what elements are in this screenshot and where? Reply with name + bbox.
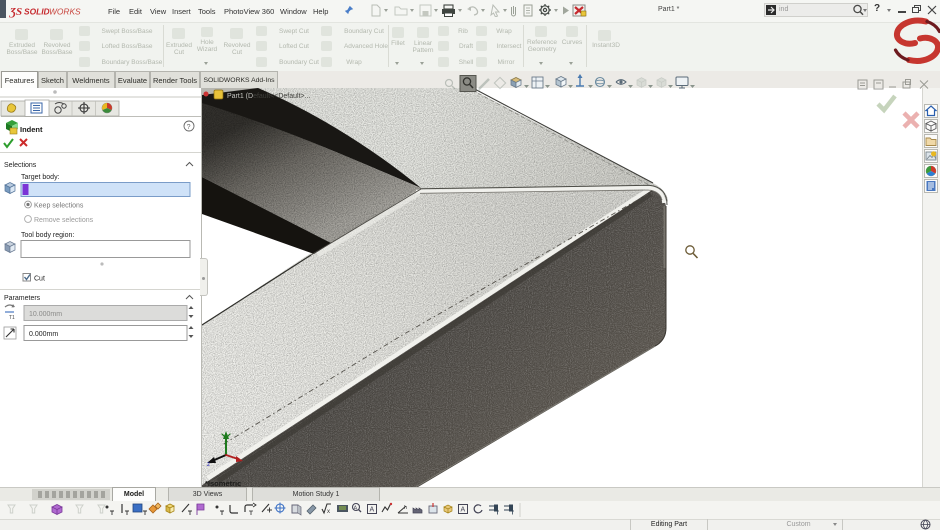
svg-text:Indent: Indent <box>20 125 43 134</box>
svg-text:SOLID: SOLID <box>24 7 50 17</box>
svg-text:Parameters: Parameters <box>4 295 41 302</box>
svg-text:Target body:: Target body: <box>21 174 60 181</box>
svg-text:z: z <box>207 462 210 468</box>
svg-text:WORKS: WORKS <box>49 7 81 17</box>
svg-text:Tool body region:: Tool body region: <box>21 232 74 239</box>
svg-text:A: A <box>370 507 375 514</box>
svg-text:h: h <box>404 505 407 511</box>
svg-text:10.000mm: 10.000mm <box>29 311 62 318</box>
svg-text:Remove selections: Remove selections <box>34 217 94 224</box>
svg-text:A: A <box>354 506 358 512</box>
svg-text:Selections: Selections <box>4 162 37 169</box>
svg-text:ƷS: ƷS <box>9 6 22 18</box>
svg-text:?: ? <box>187 124 191 131</box>
svg-text:A: A <box>461 507 466 514</box>
svg-text:0.000mm: 0.000mm <box>29 331 58 338</box>
svg-text:Part1 (Default<<Default>...: Part1 (Default<<Default>... <box>227 93 311 100</box>
svg-text:Cut: Cut <box>34 276 45 283</box>
svg-text:x: x <box>327 509 330 515</box>
svg-text:Keep selections: Keep selections <box>34 203 84 210</box>
svg-text:T1: T1 <box>9 315 15 321</box>
